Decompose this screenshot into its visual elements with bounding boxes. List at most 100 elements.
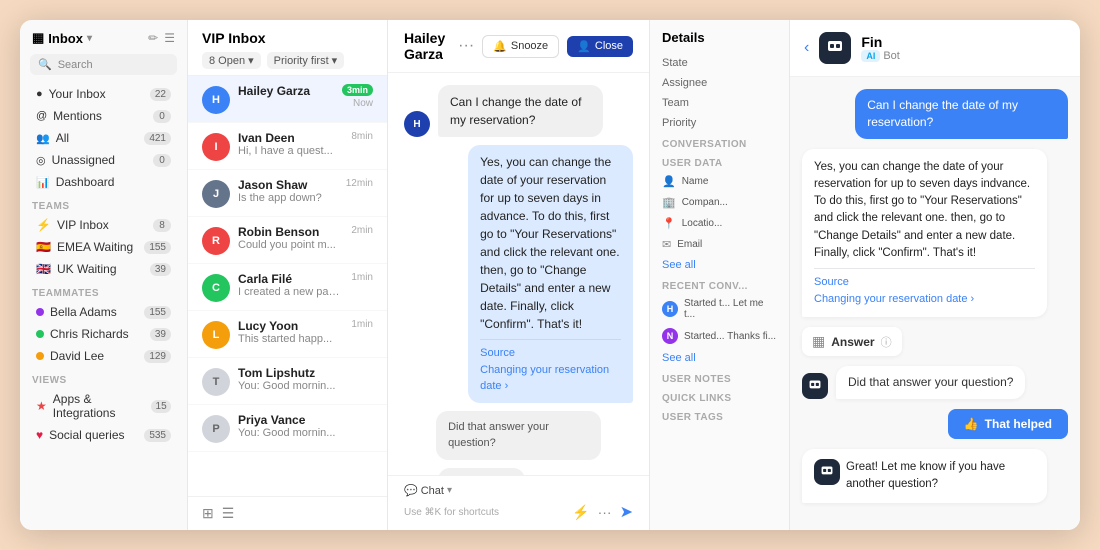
fin-answer-block[interactable]: ▦ Answer ⓘ bbox=[802, 327, 902, 356]
sidebar-item-social[interactable]: ♥ Social queries 535 bbox=[24, 424, 183, 446]
chat-icon: 💬 bbox=[404, 484, 418, 497]
avatar-user: H bbox=[404, 111, 430, 137]
inbox-item-lucy[interactable]: L Lucy Yoon This started happ... 1min bbox=[188, 311, 387, 358]
fin-ai-badge: AI bbox=[861, 50, 880, 62]
vip-icon: ⚡ bbox=[36, 218, 51, 232]
user-data-location: 📍 Locatio... bbox=[650, 213, 789, 234]
chat-footer-top: 💬 Chat ▾ bbox=[404, 484, 633, 497]
inbox-list-header: VIP Inbox 8 Open ▾ Priority first ▾ bbox=[188, 20, 387, 76]
sidebar: ▦ Inbox ▾ ✏ ☰ 🔍 Search ● Your Inbox 22 @ bbox=[20, 20, 188, 530]
inbox-item-ivan[interactable]: I Ivan Deen Hi, I have a quest... 8min bbox=[188, 123, 387, 170]
shortcut-hint: Use ⌘K for shortcuts bbox=[404, 507, 499, 518]
see-all-recent-conv[interactable]: See all bbox=[650, 348, 789, 368]
sidebar-item-label: Your Inbox bbox=[49, 87, 106, 101]
chat-messages: H Can I change the date of my reservatio… bbox=[388, 73, 649, 475]
user-data-company: 🏢 Compan... bbox=[650, 192, 789, 213]
recent-conv-1: H Started t... Let me t... bbox=[650, 294, 789, 324]
badge-your-inbox: 22 bbox=[150, 88, 171, 101]
all-icon: 👥 bbox=[36, 132, 50, 145]
sidebar-item-bella[interactable]: Bella Adams 155 bbox=[24, 301, 183, 323]
badge-emea: 155 bbox=[144, 241, 171, 254]
snooze-icon: 🔔 bbox=[493, 40, 507, 53]
fin-answer-label: Answer bbox=[831, 335, 874, 349]
chris-dot bbox=[36, 330, 44, 338]
inbox-item-robin[interactable]: R Robin Benson Could you point m... 2min bbox=[188, 217, 387, 264]
details-user-notes-section: USER NOTES bbox=[650, 368, 789, 387]
see-all-user-data[interactable]: See all bbox=[650, 255, 789, 275]
bella-dot bbox=[36, 308, 44, 316]
sidebar-item-mentions[interactable]: @ Mentions 0 bbox=[24, 105, 183, 127]
sidebar-item-uk[interactable]: 🇬🇧 UK Waiting 39 bbox=[24, 258, 183, 280]
avatar-lucy: L bbox=[202, 321, 230, 349]
source-link[interactable]: SourceChanging your reservation date › bbox=[480, 339, 621, 395]
inbox-item-hailey[interactable]: H Hailey Garza 3min Now bbox=[188, 76, 387, 123]
list-view-icon[interactable]: ☰ bbox=[222, 505, 235, 522]
list-icon[interactable]: ☰ bbox=[164, 31, 175, 45]
fin-question-bubble: Did that answer your question? bbox=[836, 366, 1025, 399]
sidebar-search[interactable]: 🔍 Search bbox=[30, 54, 177, 75]
fin-source-link[interactable]: SourceChanging your reservation date › bbox=[814, 268, 1035, 307]
filter-open-btn[interactable]: 8 Open ▾ bbox=[202, 52, 261, 69]
fin-subtitle: AI Bot bbox=[861, 50, 900, 62]
send-icon[interactable]: ➤ bbox=[620, 502, 633, 522]
inbox-icon: ● bbox=[36, 88, 43, 100]
sidebar-item-unassigned[interactable]: ◎ Unassigned 0 bbox=[24, 149, 183, 171]
grid-icon[interactable]: ⊞ bbox=[202, 505, 214, 522]
chat-footer-bottom: Use ⌘K for shortcuts ⚡ ··· ➤ bbox=[404, 502, 633, 522]
sidebar-item-apps[interactable]: ★ Apps & Integrations 15 bbox=[24, 388, 183, 424]
user-data-name: 👤 Name bbox=[650, 171, 789, 192]
sidebar-item-chris[interactable]: Chris Richards 39 bbox=[24, 323, 183, 345]
close-btn[interactable]: 👤 Close bbox=[567, 36, 633, 57]
details-panel: Details State Assignee Team Priority CON… bbox=[650, 20, 790, 530]
sidebar-item-dashboard[interactable]: 📊 Dashboard bbox=[24, 171, 183, 193]
snooze-btn[interactable]: 🔔 Snooze bbox=[482, 35, 559, 58]
msg-row-that-helped: H That helped bbox=[404, 468, 633, 476]
thumbs-up-icon: 👍 bbox=[964, 417, 979, 431]
details-row-state: State bbox=[650, 53, 789, 73]
fin-that-helped-btn[interactable]: 👍 That helped bbox=[948, 409, 1068, 439]
avatar-carla: C bbox=[202, 274, 230, 302]
sidebar-title-text: Inbox bbox=[48, 31, 83, 46]
badge-3min: 3min bbox=[342, 84, 373, 96]
fin-panel: ‹ Fin AI Bot Can I change the date of my… bbox=[790, 20, 1080, 530]
sidebar-item-david[interactable]: David Lee 129 bbox=[24, 345, 183, 367]
sidebar-item-label: Mentions bbox=[53, 109, 102, 123]
sidebar-item-emea[interactable]: 🇪🇸 EMEA Waiting 155 bbox=[24, 236, 183, 258]
sidebar-item-your-inbox[interactable]: ● Your Inbox 22 bbox=[24, 83, 183, 105]
inbox-item-tom[interactable]: T Tom Lipshutz You: Good mornin... bbox=[188, 358, 387, 405]
fin-info-icon: ⓘ bbox=[881, 334, 892, 350]
fin-bot-avatar bbox=[802, 373, 828, 399]
send-dots-icon[interactable]: ··· bbox=[598, 504, 612, 520]
details-recent-conv-section: RECENT CONV... bbox=[650, 275, 789, 294]
details-quick-links-section: QUICK LINKS bbox=[650, 387, 789, 406]
teammates-section-label: TEAMMATES bbox=[20, 280, 187, 301]
chat-tab[interactable]: 💬 Chat ▾ bbox=[404, 484, 452, 497]
details-user-data-section: USER DATA bbox=[650, 152, 789, 171]
sidebar-header: ▦ Inbox ▾ ✏ ☰ bbox=[20, 30, 187, 54]
avatar-priya: P bbox=[202, 415, 230, 443]
inbox-item-carla[interactable]: C Carla Filé I created a new page... 1mi… bbox=[188, 264, 387, 311]
badge-uk: 39 bbox=[150, 263, 171, 276]
fin-back-btn[interactable]: ‹ bbox=[804, 39, 809, 57]
details-conversation-section: CONVERSATION bbox=[650, 133, 789, 152]
details-row-team: Team bbox=[650, 93, 789, 113]
more-options-btn[interactable]: ··· bbox=[458, 37, 474, 55]
sidebar-item-all[interactable]: 👥 All 421 bbox=[24, 127, 183, 149]
compose-icon[interactable]: ✏ bbox=[148, 31, 158, 45]
badge-all: 421 bbox=[144, 132, 171, 145]
inbox-item-content: Hailey Garza bbox=[238, 84, 334, 98]
david-dot bbox=[36, 352, 44, 360]
fin-last-bot: Great! Let me know if you have another q… bbox=[802, 449, 1047, 504]
lightning-icon[interactable]: ⚡ bbox=[572, 504, 589, 521]
avatar-jason: J bbox=[202, 180, 230, 208]
inbox-item-priya[interactable]: P Priya Vance You: Good mornin... bbox=[188, 405, 387, 452]
sidebar-item-label: Chris Richards bbox=[50, 327, 129, 341]
sidebar-item-vip-inbox[interactable]: ⚡ VIP Inbox 8 bbox=[24, 214, 183, 236]
filter-priority-btn[interactable]: Priority first ▾ bbox=[267, 52, 345, 69]
inbox-item-jason[interactable]: J Jason Shaw Is the app down? 12min bbox=[188, 170, 387, 217]
fin-name: Fin bbox=[861, 34, 900, 50]
email-icon: ✉ bbox=[662, 238, 671, 251]
badge-mentions: 0 bbox=[153, 110, 171, 123]
mention-icon: @ bbox=[36, 110, 47, 122]
teams-section-label: TEAMS bbox=[20, 193, 187, 214]
